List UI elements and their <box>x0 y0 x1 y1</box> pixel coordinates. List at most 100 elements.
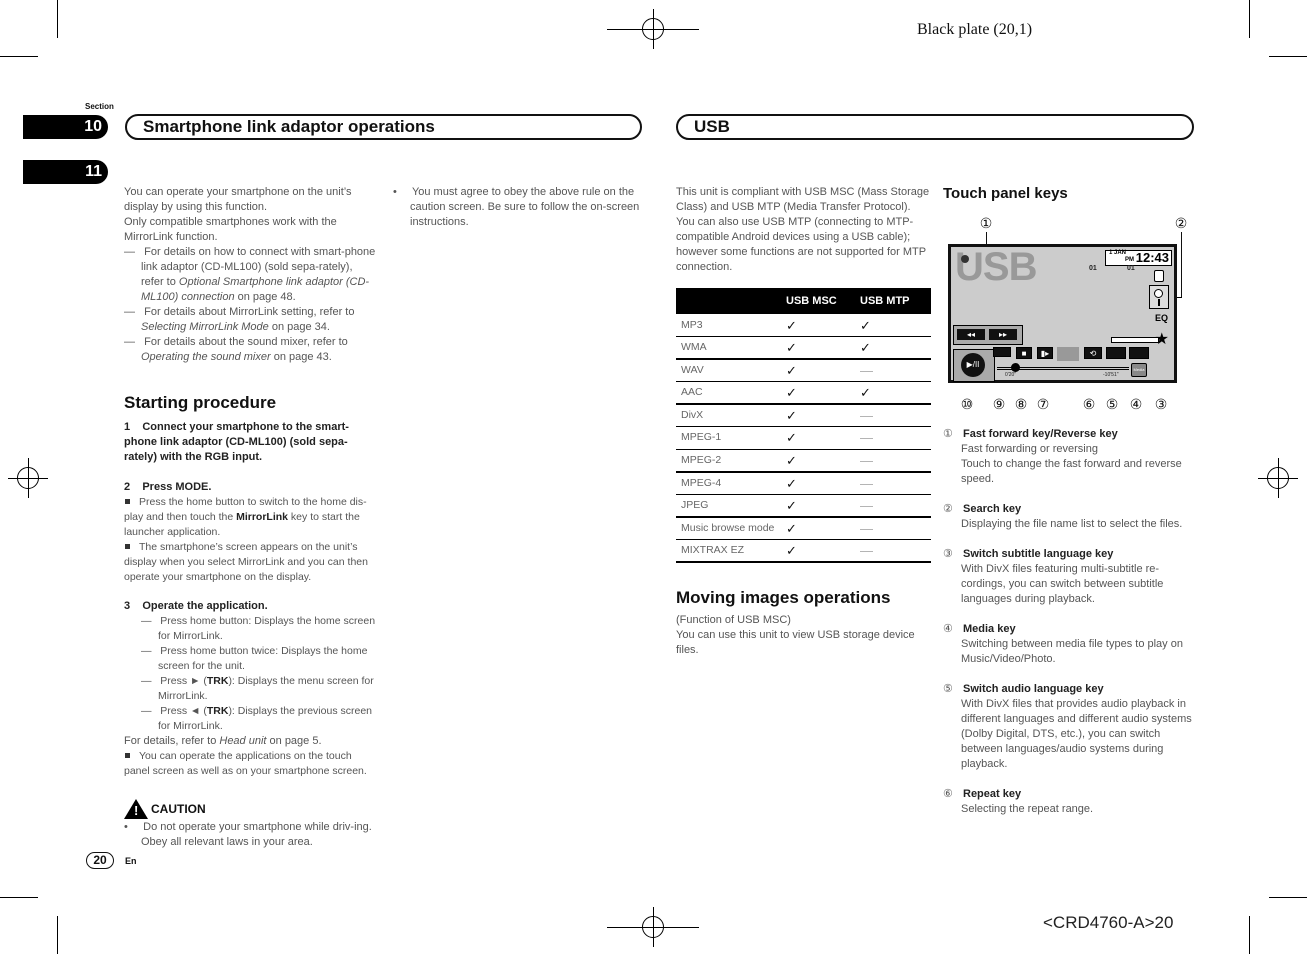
key-description-item: ② Search key Displaying the file name list… <box>943 502 1198 532</box>
slow-motion-key[interactable]: ▮▸ <box>1037 347 1053 359</box>
format-cell: Music browse mode <box>676 516 786 540</box>
reverse-key[interactable]: ◂◂ <box>957 329 985 340</box>
key-number: ③ <box>943 548 953 560</box>
caution-text: Do not operate your smartphone while dri… <box>141 821 372 848</box>
touch-panel-title: Touch panel keys <box>943 185 1068 202</box>
ref-text: For details, refer to <box>124 735 220 747</box>
subtitle-language-key[interactable] <box>1129 347 1149 359</box>
blank-area <box>1057 347 1079 361</box>
reference-item: — For details about the sound mixer, ref… <box>124 336 348 363</box>
step-2-note: The smartphone’s screen appears on the u… <box>124 540 376 585</box>
format-cell: MPEG-1 <box>676 426 786 450</box>
key-title: Switch audio language key <box>963 683 1104 695</box>
reference-item: — For details on how to connect with sma… <box>124 246 376 303</box>
step-2-note: Press the home button to switch to the h… <box>124 495 376 540</box>
ref-link[interactable]: Operating the sound mixer <box>141 351 271 363</box>
search-key[interactable] <box>1149 285 1169 309</box>
play-pause-key[interactable]: ▶/II <box>953 349 995 382</box>
elapsed-time: 0'20" <box>1005 372 1017 378</box>
section-tab-10[interactable]: 10 <box>23 115 108 139</box>
mtp-cell: — <box>860 404 931 427</box>
callout-7: ⑦ <box>1036 396 1050 412</box>
language-code: En <box>125 856 137 866</box>
format-cell: MP3 <box>676 314 786 337</box>
format-cell: MPEG-4 <box>676 471 786 495</box>
usb-intro: You can also use USB MTP (connecting to … <box>676 216 926 273</box>
key-number: ⑥ <box>943 788 953 800</box>
table-row: MPEG-2 ✓ — <box>676 449 931 473</box>
table-row: WAV ✓ — <box>676 359 931 382</box>
note-text: You can operate the applications on the … <box>124 750 367 777</box>
key-number: ④ <box>943 623 953 635</box>
msc-cell: ✓ <box>786 471 860 495</box>
media-key[interactable]: Media <box>1131 363 1147 377</box>
caution-label: CAUTION <box>151 801 206 816</box>
section-tab-11[interactable]: 11 <box>23 160 108 184</box>
touch-note: You can operate the applications on the … <box>124 749 376 779</box>
warning-icon: ! <box>124 799 148 819</box>
format-cell: AAC <box>676 381 786 405</box>
key-desc: Selecting the repeat range. <box>961 803 1094 815</box>
mtp-cell: ✓ <box>860 336 931 360</box>
caution-item: • Do not operate your smartphone while d… <box>124 821 372 848</box>
msc-cell: ✓ <box>786 404 860 427</box>
key-title: Repeat key <box>963 788 1022 800</box>
table-row: WMA ✓ ✓ <box>676 336 931 360</box>
format-cell: MPEG-2 <box>676 449 786 473</box>
crop-mark <box>1269 56 1307 57</box>
crop-mark <box>0 897 38 898</box>
key-descriptions: ① Fast forward key/Reverse key Fast forwar… <box>943 427 1198 832</box>
unit-screen-illustration: USB 1 JAN PM 12:43 01 01 EQ ★ ◂◂ ▸▸ ▶/II … <box>948 244 1177 383</box>
mtp-cell: ✓ <box>860 314 931 337</box>
fast-forward-key[interactable]: ▸▸ <box>989 329 1017 340</box>
indicator-bar <box>1111 337 1159 343</box>
full-screen-key[interactable] <box>993 347 1011 357</box>
step-3: 3 Operate the application. <box>124 600 268 612</box>
crop-mark <box>1249 916 1250 954</box>
callout-3: ③ <box>1154 396 1168 412</box>
format-cell: JPEG <box>676 494 786 518</box>
callout-9: ⑨ <box>992 396 1006 412</box>
key-desc: With DivX files featuring multi-subtitle… <box>961 563 1164 605</box>
intro-text: You can operate your smartphone on the u… <box>124 186 352 213</box>
ref-link[interactable]: Head unit <box>219 735 266 747</box>
callout-5: ⑤ <box>1105 396 1119 412</box>
table-row: Music browse mode ✓ — <box>676 516 931 540</box>
square-bullet-icon <box>125 498 130 504</box>
square-bullet-icon <box>125 543 130 549</box>
stop-key[interactable]: ■ <box>1016 347 1032 359</box>
progress-thumb[interactable] <box>1011 363 1020 372</box>
eq-key[interactable]: EQ <box>1155 313 1168 323</box>
key-description-item: ⑤ Switch audio language key With DivX file… <box>943 682 1198 772</box>
msc-cell: ✓ <box>786 449 860 473</box>
msc-cell: ✓ <box>786 359 860 382</box>
key-description-item: ① Fast forward key/Reverse key Fast forwar… <box>943 427 1198 487</box>
key-desc: With DivX files that provides audio play… <box>961 698 1192 770</box>
key-description-item: ⑥ Repeat key Selecting the repeat range. <box>943 787 1198 817</box>
ref-text: on page 43. <box>270 351 332 363</box>
mtp-cell: ✓ <box>860 381 931 405</box>
section-label: Section <box>85 102 114 111</box>
key-title: Switch subtitle language key <box>963 548 1114 560</box>
item-text: Press ► ( <box>160 675 207 687</box>
mtp-cell: — <box>860 359 931 382</box>
mtp-cell: — <box>860 426 931 450</box>
crop-mark <box>57 0 58 38</box>
crop-mark <box>57 916 58 954</box>
remaining-time: -10'51" <box>1103 372 1119 378</box>
mtp-cell: — <box>860 494 931 518</box>
registration-line <box>607 927 699 928</box>
clock-display: 1 JAN PM 12:43 <box>1105 250 1172 266</box>
callout-2: ② <box>1174 215 1188 231</box>
left-column: You can operate your smartphone on the u… <box>124 185 376 850</box>
format-cell: DivX <box>676 404 786 427</box>
table-row: DivX ✓ — <box>676 404 931 427</box>
audio-language-key[interactable] <box>1106 347 1126 359</box>
registration-line <box>607 29 699 30</box>
key-title: Media key <box>963 623 1016 635</box>
ref-link[interactable]: Selecting MirrorLink Mode <box>141 321 269 333</box>
repeat-key[interactable]: ⟲ <box>1084 347 1102 359</box>
middle-column: • You must agree to obey the above rule … <box>393 185 643 230</box>
key-desc: Switching between media file types to pl… <box>961 638 1183 665</box>
format-cell: WMA <box>676 336 786 360</box>
